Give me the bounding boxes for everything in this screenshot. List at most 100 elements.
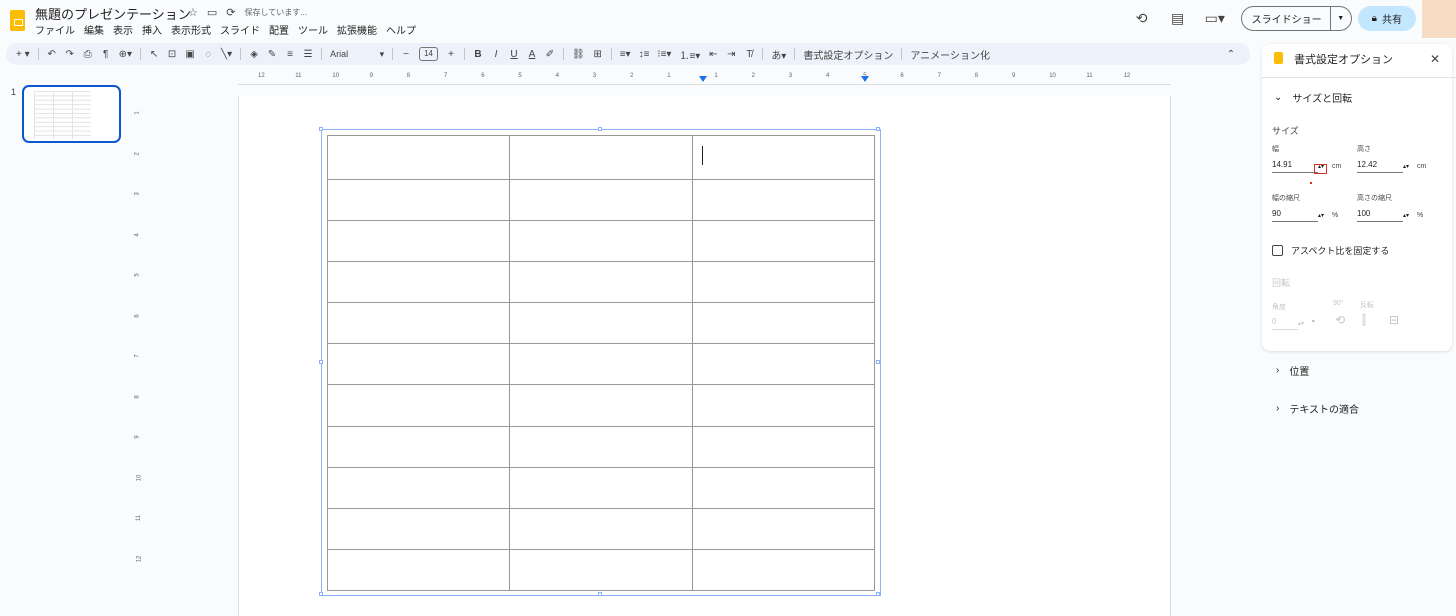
menu-tools[interactable]: ツール bbox=[298, 22, 328, 37]
highlight-icon[interactable]: ✐ bbox=[545, 49, 555, 60]
font-size-input[interactable]: 14 bbox=[419, 47, 438, 61]
border-color-icon[interactable]: ✎ bbox=[267, 49, 277, 60]
height-scale-stepper-icon[interactable]: ▴▾ bbox=[1403, 212, 1413, 219]
text-color-icon[interactable]: A bbox=[527, 49, 537, 60]
resize-handle[interactable] bbox=[319, 360, 323, 364]
menu-slide[interactable]: スライド bbox=[220, 22, 260, 37]
table-cell[interactable] bbox=[691, 220, 876, 263]
resize-handle[interactable] bbox=[876, 360, 880, 364]
close-icon[interactable]: ✕ bbox=[1430, 52, 1440, 66]
table-cell[interactable] bbox=[326, 466, 511, 509]
resize-handle[interactable] bbox=[598, 127, 602, 131]
lock-aspect-checkbox[interactable] bbox=[1272, 245, 1283, 256]
table-cell[interactable] bbox=[691, 466, 876, 509]
slideshow-dropdown-icon[interactable]: ▼ bbox=[1331, 15, 1351, 22]
width-input[interactable]: 14.91 bbox=[1272, 160, 1318, 173]
animate-button[interactable]: アニメーション化 bbox=[910, 47, 990, 62]
table-cell[interactable] bbox=[691, 507, 876, 550]
table-cell[interactable] bbox=[509, 343, 693, 386]
menu-arrange[interactable]: 配置 bbox=[269, 22, 289, 37]
table-cell[interactable] bbox=[509, 384, 693, 427]
slides-logo-icon[interactable] bbox=[10, 10, 25, 31]
decrease-indent-icon[interactable]: ⇤ bbox=[708, 49, 718, 60]
table-cell[interactable] bbox=[326, 178, 511, 222]
height-field[interactable]: 12.42 ▴▾ cm bbox=[1357, 160, 1426, 173]
table-cell[interactable] bbox=[509, 302, 693, 345]
input-tools-icon[interactable]: あ▾ bbox=[771, 47, 786, 62]
table-cell[interactable] bbox=[326, 343, 511, 386]
rotate-90-icon[interactable]: ⟲ bbox=[1335, 313, 1345, 327]
angle-input[interactable]: 0 bbox=[1272, 317, 1298, 330]
new-slide-icon[interactable]: + ▾ bbox=[16, 49, 30, 60]
table-cell[interactable] bbox=[326, 384, 511, 427]
select-icon[interactable]: ↖ bbox=[149, 49, 159, 60]
line-spacing-icon[interactable]: ↕≡ bbox=[639, 49, 650, 60]
resize-handle[interactable] bbox=[598, 592, 602, 596]
slide-table[interactable] bbox=[326, 135, 876, 592]
star-icon[interactable]: ☆ bbox=[188, 6, 198, 19]
bold-icon[interactable]: B bbox=[473, 49, 483, 60]
table-cell[interactable] bbox=[691, 135, 876, 180]
font-select[interactable]: Arial ▾ bbox=[330, 49, 384, 60]
table-cell[interactable] bbox=[509, 466, 693, 509]
numbered-list-icon[interactable]: ⒈≡▾ bbox=[679, 47, 700, 62]
position-section-header[interactable]: › 位置 bbox=[1276, 363, 1309, 378]
height-scale-field[interactable]: 100 ▴▾ % bbox=[1357, 209, 1423, 222]
format-options-button[interactable]: 書式設定オプション bbox=[803, 47, 893, 62]
width-field[interactable]: 14.91 ▴▾ cm bbox=[1272, 160, 1341, 173]
table-cell[interactable] bbox=[326, 425, 511, 468]
height-stepper-icon[interactable]: ▴▾ bbox=[1403, 163, 1413, 170]
resize-handle[interactable] bbox=[319, 127, 323, 131]
menu-extensions[interactable]: 拡張機能 bbox=[337, 22, 377, 37]
lock-aspect-row[interactable]: アスペクト比を固定する bbox=[1272, 244, 1389, 257]
flip-horizontal-icon[interactable]: ⫿ bbox=[1362, 313, 1366, 328]
menu-format[interactable]: 表示形式 bbox=[171, 22, 211, 37]
width-scale-input[interactable]: 90 bbox=[1272, 209, 1318, 222]
height-input[interactable]: 12.42 bbox=[1357, 160, 1403, 173]
menu-edit[interactable]: 編集 bbox=[84, 22, 104, 37]
comments-icon[interactable]: ▤ bbox=[1169, 10, 1187, 27]
avatar[interactable] bbox=[1422, 0, 1456, 38]
right-indent-marker-icon[interactable] bbox=[861, 76, 869, 82]
angle-field[interactable]: 0 ▴▾ ° bbox=[1272, 317, 1315, 330]
menu-file[interactable]: ファイル bbox=[35, 22, 75, 37]
resize-handle[interactable] bbox=[876, 127, 880, 131]
border-dash-icon[interactable]: ☰ bbox=[303, 49, 313, 60]
increase-font-icon[interactable]: + bbox=[446, 49, 456, 60]
bullet-list-icon[interactable]: ⁝≡▾ bbox=[657, 49, 671, 60]
resize-handle[interactable] bbox=[876, 592, 880, 596]
flip-vertical-icon[interactable]: ⊟ bbox=[1389, 313, 1399, 327]
slide-thumbnail[interactable] bbox=[22, 85, 121, 143]
share-button[interactable]: 🔒︎ 共有 bbox=[1357, 6, 1416, 31]
angle-stepper-icon[interactable]: ▴▾ bbox=[1298, 320, 1308, 327]
menu-help[interactable]: ヘルプ bbox=[386, 22, 416, 37]
table-cell[interactable] bbox=[691, 384, 876, 427]
table-cell[interactable] bbox=[691, 178, 876, 222]
table-cell[interactable] bbox=[691, 343, 876, 386]
width-scale-stepper-icon[interactable]: ▴▾ bbox=[1318, 212, 1328, 219]
decrease-font-icon[interactable]: − bbox=[401, 49, 411, 60]
fill-color-icon[interactable]: ◈ bbox=[249, 49, 259, 60]
meet-icon[interactable]: ▭▾ bbox=[1205, 10, 1225, 27]
document-title[interactable]: 無題のプレゼンテーション bbox=[35, 4, 191, 23]
image-icon[interactable]: ▣ bbox=[185, 49, 195, 60]
menu-insert[interactable]: 挿入 bbox=[142, 22, 162, 37]
table-cell[interactable] bbox=[326, 261, 511, 304]
table-cell[interactable] bbox=[691, 548, 876, 592]
undo-icon[interactable]: ↶ bbox=[47, 49, 57, 60]
version-history-icon[interactable]: ⟲ bbox=[1133, 10, 1151, 27]
clear-format-icon[interactable]: T̸ bbox=[744, 49, 754, 60]
table-cell[interactable] bbox=[326, 220, 511, 263]
table-cell[interactable] bbox=[509, 425, 693, 468]
table-cell[interactable] bbox=[691, 425, 876, 468]
table-cell[interactable] bbox=[509, 135, 693, 180]
align-icon[interactable]: ≡▾ bbox=[620, 49, 631, 60]
slideshow-button[interactable]: スライドショー bbox=[1242, 7, 1331, 30]
table-cell[interactable] bbox=[326, 135, 511, 180]
table-cell[interactable] bbox=[326, 507, 511, 550]
height-scale-input[interactable]: 100 bbox=[1357, 209, 1403, 222]
underline-icon[interactable]: U bbox=[509, 49, 519, 60]
table-cell[interactable] bbox=[326, 548, 511, 592]
shape-icon[interactable]: ◌ bbox=[203, 49, 213, 60]
comment-add-icon[interactable]: ⊞ bbox=[593, 49, 603, 60]
